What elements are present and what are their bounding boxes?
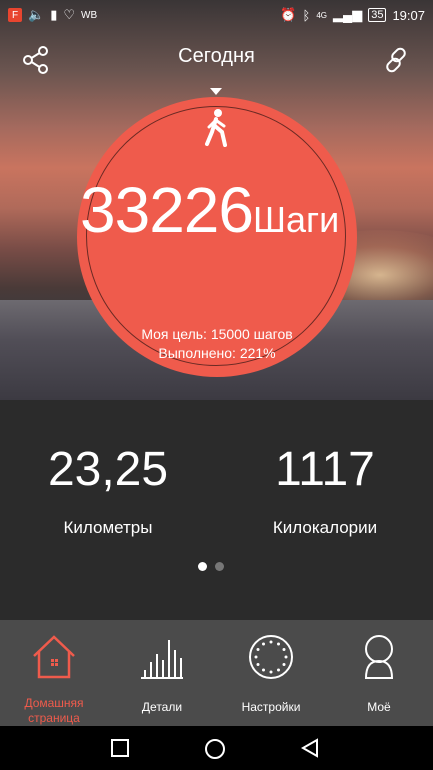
home-icon xyxy=(33,635,75,679)
tab-details[interactable]: Детали xyxy=(108,620,216,726)
step-count-value: 33226 xyxy=(80,174,254,246)
walking-person-icon xyxy=(202,108,230,153)
tab-settings-label: Настройки xyxy=(241,700,301,714)
calories-metric: 1117 Килокалории xyxy=(225,442,425,538)
step-count-unit: Шаги xyxy=(252,199,340,240)
settings-dial-icon xyxy=(249,635,293,679)
tab-profile[interactable]: Моё xyxy=(325,620,433,726)
user-icon xyxy=(364,635,394,679)
goal-info: Моя цель: 15000 шагов Выполнено: 221% xyxy=(77,325,357,363)
recent-apps-button[interactable] xyxy=(110,738,130,763)
system-nav-bar xyxy=(0,726,433,770)
goal-text: Моя цель: 15000 шагов xyxy=(141,326,293,342)
header: Сегодня xyxy=(0,40,433,80)
carrier-text: WB xyxy=(81,9,98,21)
distance-label: Километры xyxy=(63,518,153,537)
step-count: 33226Шаги xyxy=(80,178,360,258)
back-button[interactable] xyxy=(300,738,320,763)
status-right: ⏰ ᛒ 4G ▂▄▆ 35 19:07 xyxy=(280,7,425,23)
tab-home-label: Домашняя страница xyxy=(24,696,84,725)
calories-label: Килокалории xyxy=(272,518,378,537)
bluetooth-icon: ᛒ xyxy=(302,7,311,23)
clock: 19:07 xyxy=(392,7,425,23)
heart-icon: ♡ xyxy=(63,7,75,22)
tab-home[interactable]: Домашняя страница xyxy=(0,620,108,726)
bar-chart-icon xyxy=(141,640,183,679)
page-dot-1[interactable] xyxy=(198,562,207,571)
status-bar: F 🔈 ▮ ♡ WB ⏰ ᛒ 4G ▂▄▆ 35 19:07 xyxy=(0,0,433,30)
distance-metric: 23,25 Километры xyxy=(8,442,208,538)
tab-profile-label: Моё xyxy=(367,700,391,714)
battery-icon: 35 xyxy=(368,8,387,22)
link-icon[interactable] xyxy=(382,46,410,79)
tab-settings[interactable]: Настройки xyxy=(217,620,325,726)
status-left: F 🔈 ▮ ♡ WB xyxy=(8,7,97,23)
distance-value: 23,25 xyxy=(47,443,169,496)
bottom-tab-bar: Домашняя страница Детали Настройки Моё xyxy=(0,620,433,726)
page-dot-2[interactable] xyxy=(215,562,224,571)
alarm-icon: ⏰ xyxy=(280,7,297,22)
page-indicator xyxy=(198,562,224,571)
page-title: Сегодня xyxy=(178,45,255,67)
app-badge-icon: F xyxy=(8,8,22,22)
ring-pointer-icon xyxy=(210,88,222,95)
calories-value: 1117 xyxy=(275,443,375,496)
battery-saver-icon: ▮ xyxy=(50,7,58,22)
home-button[interactable] xyxy=(204,738,226,765)
signal-icon: ▂▄▆ xyxy=(332,7,363,22)
network-type: 4G xyxy=(316,10,327,20)
volume-icon: 🔈 xyxy=(28,7,45,22)
metrics-panel: 23,25 Километры 1117 Килокалории xyxy=(0,400,433,620)
tab-details-label: Детали xyxy=(141,700,183,714)
completed-text: Выполнено: 221% xyxy=(158,345,276,361)
